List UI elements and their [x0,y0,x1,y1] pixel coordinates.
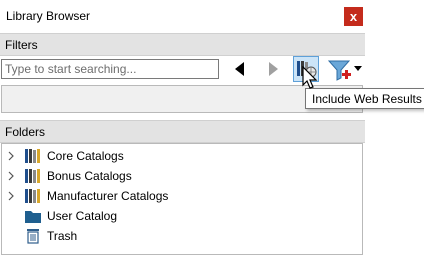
chevron-right-icon[interactable] [7,191,15,201]
tree-item-bonus-catalogs[interactable]: Bonus Catalogs [2,166,362,186]
chevron-right-icon[interactable] [7,171,15,181]
back-arrow-icon[interactable] [229,58,251,80]
folders-header-label: Folders [5,125,46,139]
tree-item-label: Manufacturer Catalogs [47,189,169,203]
tree-item-label: User Catalog [47,209,118,223]
window-title: Library Browser [6,9,91,23]
tooltip: Include Web Results [305,88,424,109]
trash-icon [27,229,39,244]
catalog-books-icon [25,189,40,203]
tree-item-label: Trash [47,229,78,243]
search-input[interactable] [1,59,219,79]
catalog-books-icon [25,169,40,183]
tree-item-label: Core Catalogs [47,149,124,163]
filters-header-label: Filters [5,38,38,52]
catalog-books-icon [25,149,40,163]
add-filter-icon[interactable] [327,58,353,82]
tree-item-core-catalogs[interactable]: Core Catalogs [2,146,362,166]
tree-item-label: Bonus Catalogs [47,169,132,183]
filters-section-header[interactable]: Filters [0,33,365,56]
folder-tree[interactable]: Core Catalogs Bonus Catalogs Manufacture… [1,143,363,255]
tree-item-trash[interactable]: Trash [2,226,362,246]
title-bar: Library Browser x [0,0,365,33]
close-button[interactable]: x [344,7,363,26]
library-browser-panel: Library Browser x Filters Folders [0,0,365,256]
chevron-down-icon[interactable] [354,66,362,72]
forward-arrow-icon[interactable] [262,58,284,80]
tree-item-manufacturer-catalogs[interactable]: Manufacturer Catalogs [2,186,362,206]
folders-section-header[interactable]: Folders [0,120,365,143]
mouse-cursor-icon [302,66,318,89]
folder-icon [25,211,41,223]
chevron-right-icon[interactable] [7,151,15,161]
tree-item-user-catalog[interactable]: User Catalog [2,206,362,226]
